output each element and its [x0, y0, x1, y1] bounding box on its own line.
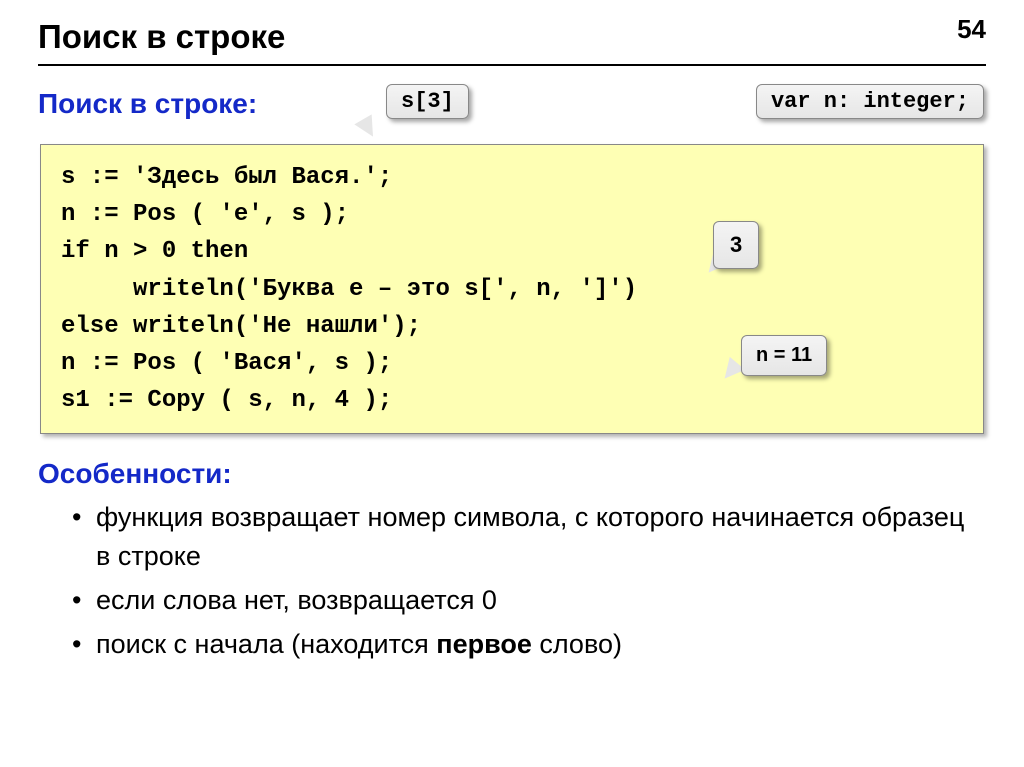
page-number: 54: [957, 14, 986, 45]
slide-header: Поиск в строке 54: [38, 18, 986, 66]
list-item: поиск с начала (находится первое слово): [72, 625, 986, 663]
callout-s3: s[3]: [386, 84, 469, 119]
code-block: s := 'Здесь был Вася.'; n := Pos ( 'е', …: [40, 144, 984, 434]
subtitle-row: Поиск в строке: s[3] var n: integer;: [38, 88, 986, 132]
subtitle: Поиск в строке:: [38, 88, 257, 120]
callout-n-equals-11: n = 11: [741, 335, 827, 376]
bullet-bold: первое: [436, 629, 532, 659]
bullet-text: слово): [532, 629, 622, 659]
list-item: если слова нет, возвращается 0: [72, 581, 986, 619]
callout-tail: [354, 114, 381, 141]
slide: Поиск в строке 54 Поиск в строке: s[3] v…: [0, 0, 1024, 767]
code-text: s := 'Здесь был Вася.'; n := Pos ( 'е', …: [61, 164, 637, 414]
bullet-text: поиск с начала (находится: [96, 629, 436, 659]
list-item: функция возвращает номер символа, с кото…: [72, 498, 986, 575]
features-heading: Особенности:: [38, 458, 986, 490]
page-title: Поиск в строке: [38, 18, 285, 56]
features-list: функция возвращает номер символа, с кото…: [38, 498, 986, 663]
callout-var-declaration: var n: integer;: [756, 84, 984, 119]
callout-result-3: 3: [713, 221, 759, 269]
